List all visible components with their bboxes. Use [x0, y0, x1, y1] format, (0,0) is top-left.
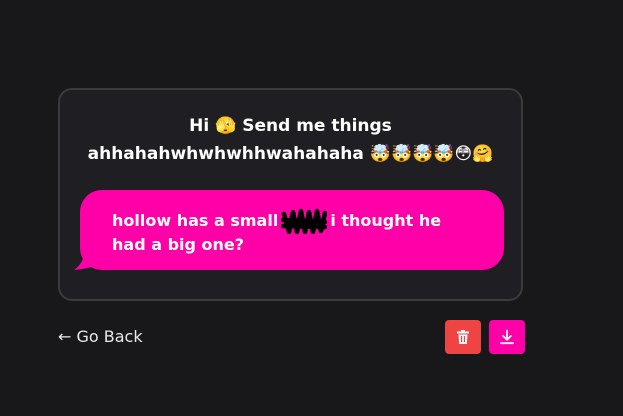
go-back-link[interactable]: ← Go Back [58, 327, 143, 347]
page: Hi 🫣 Send me things ahhahahwhwhwhhwahaha… [0, 0, 623, 416]
message-card: Hi 🫣 Send me things ahhahahwhwhwhhwahaha… [58, 88, 523, 301]
prompt-line-1: Hi 🫣 Send me things [189, 116, 392, 136]
redaction-scribble [281, 208, 328, 234]
message-bubble: hollow has a small i thought he had a bi… [80, 190, 504, 270]
trash-icon [457, 330, 469, 344]
download-button[interactable] [489, 320, 525, 354]
message-text-before: hollow has a small [112, 211, 279, 230]
download-icon [500, 329, 514, 345]
prompt-text: Hi 🫣 Send me things ahhahahwhwhwhhwahaha… [60, 112, 521, 168]
prompt-line-2: ahhahahwhwhwhhwahahaha 🤯🤯🤯🤯😳🤗 [87, 144, 494, 164]
delete-button[interactable] [445, 320, 481, 354]
